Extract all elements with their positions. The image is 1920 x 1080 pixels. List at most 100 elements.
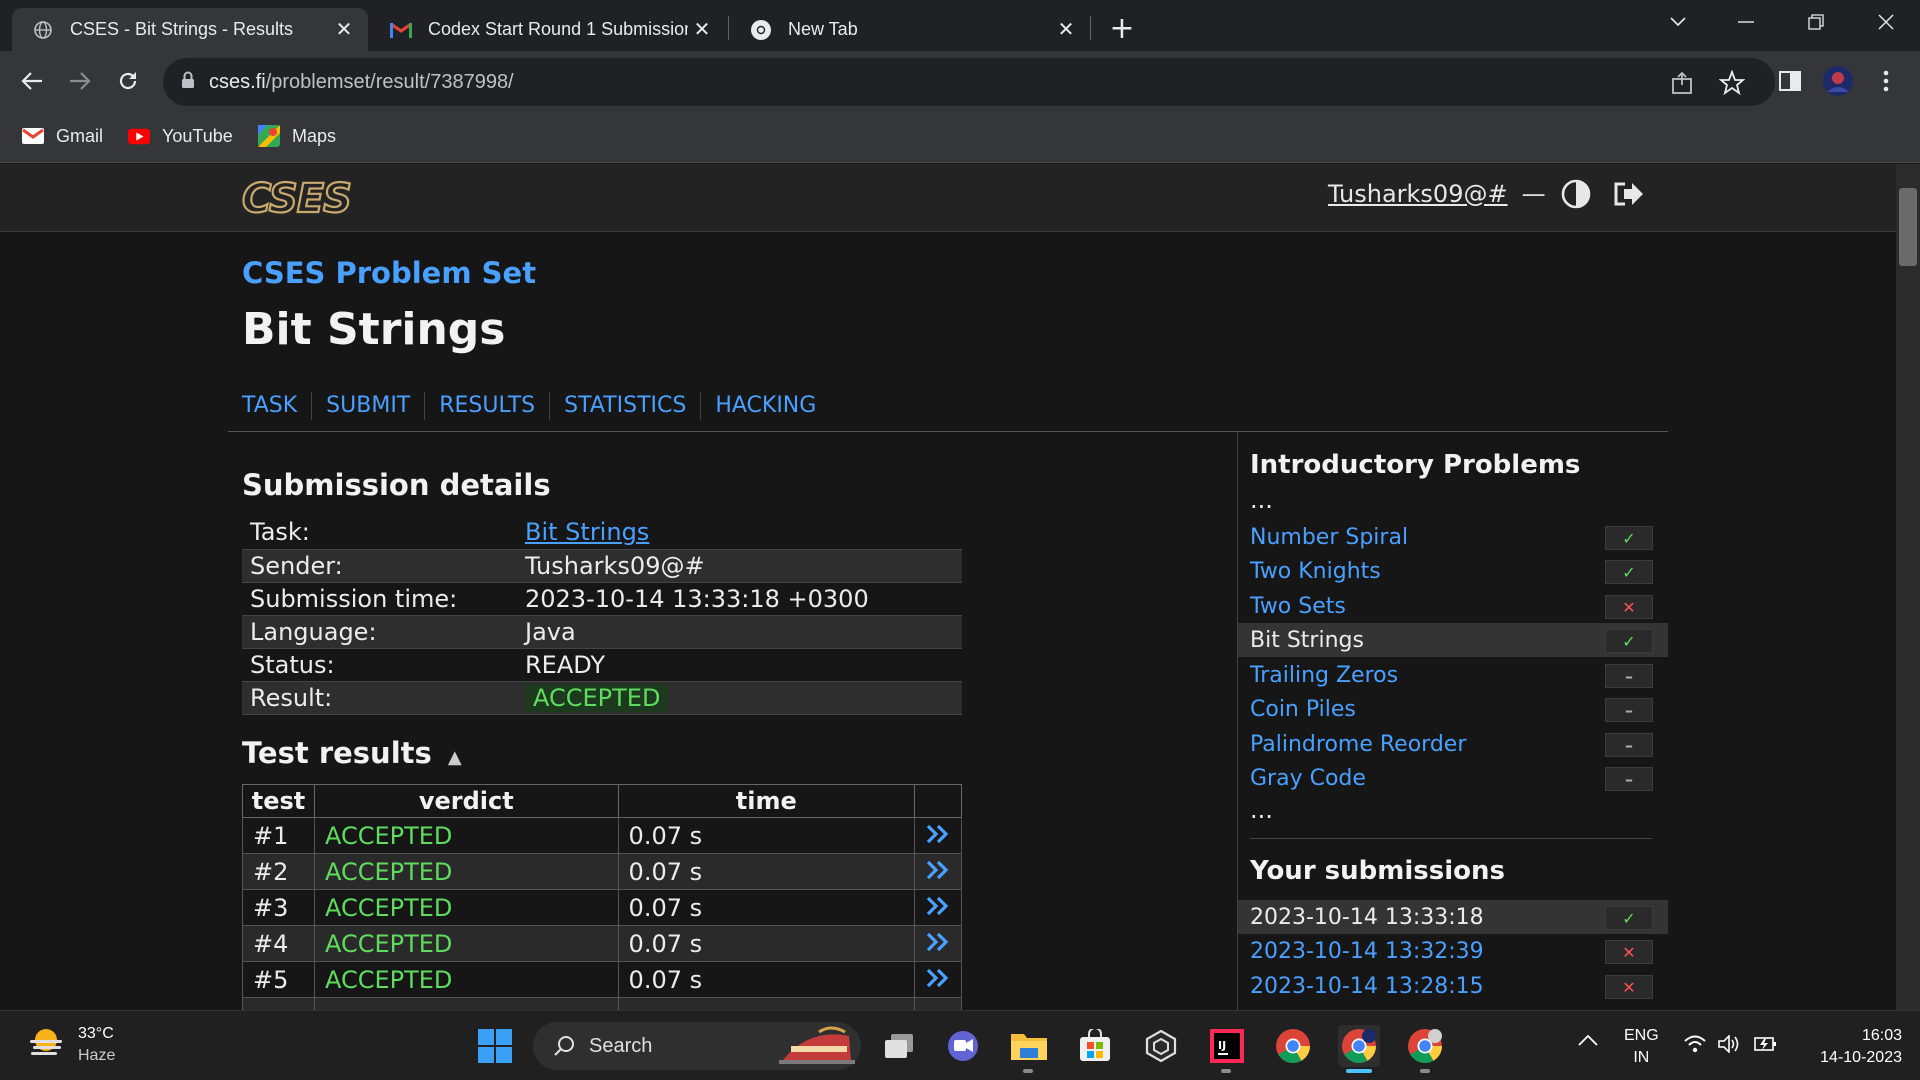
view-test-details-icon[interactable] bbox=[913, 961, 963, 998]
test-results-heading-text: Test results bbox=[242, 736, 432, 770]
problem-link[interactable]: Number Spiral bbox=[1250, 525, 1408, 550]
volume-icon[interactable] bbox=[1718, 1034, 1740, 1058]
profile-avatar-icon[interactable] bbox=[1820, 63, 1856, 99]
tab-gmail[interactable]: Codex Start Round 1 Submission ✕ bbox=[370, 8, 726, 51]
chrome-profile-2-icon[interactable] bbox=[1404, 1025, 1446, 1067]
nav-submit[interactable]: SUBMIT bbox=[326, 392, 426, 420]
test-verdict: ACCEPTED bbox=[313, 925, 619, 962]
chrome-profile-active-icon[interactable] bbox=[1338, 1025, 1380, 1067]
details-row-time: Submission time: 2023-10-14 13:33:18 +03… bbox=[242, 582, 962, 615]
submission-item-current[interactable]: 2023-10-14 13:33:18 ✓ bbox=[1238, 900, 1668, 934]
submission-link[interactable]: 2023-10-14 13:28:15 bbox=[1250, 974, 1484, 999]
task-link[interactable]: Bit Strings bbox=[525, 518, 649, 546]
tab-cses-results[interactable]: CSES - Bit Strings - Results ✕ bbox=[12, 8, 368, 51]
task-view-icon[interactable] bbox=[878, 1025, 920, 1067]
view-test-details-cell bbox=[913, 997, 963, 1010]
sidebar-heading: Introductory Problems bbox=[1250, 450, 1581, 480]
teams-chat-icon[interactable] bbox=[942, 1025, 984, 1067]
problem-link[interactable]: Bit Strings bbox=[1250, 628, 1364, 653]
submission-item[interactable]: 2023-10-14 13:28:15 ✕ bbox=[1238, 969, 1668, 1003]
restore-button[interactable] bbox=[1786, 0, 1846, 44]
submission-link[interactable]: 2023-10-14 13:33:18 bbox=[1250, 905, 1484, 930]
details-key: Task: bbox=[250, 518, 310, 547]
view-test-details-icon[interactable] bbox=[913, 889, 963, 926]
breadcrumb-problemset[interactable]: CSES Problem Set bbox=[242, 256, 536, 290]
tab-strip: CSES - Bit Strings - Results ✕ Codex Sta… bbox=[0, 0, 1920, 51]
tab-new-tab[interactable]: New Tab ✕ bbox=[730, 8, 1090, 51]
minimize-button[interactable] bbox=[1716, 0, 1776, 44]
theme-toggle-icon[interactable] bbox=[1560, 178, 1592, 210]
star-icon[interactable] bbox=[1718, 69, 1746, 96]
sidebar-problem-current[interactable]: Bit Strings ✓ bbox=[1238, 623, 1668, 657]
new-tab-button[interactable]: + bbox=[1104, 10, 1140, 46]
username-link[interactable]: Tusharks09@# bbox=[1328, 180, 1508, 208]
sidebar-problem[interactable]: Number Spiral ✓ bbox=[1238, 520, 1668, 554]
reload-button[interactable] bbox=[108, 61, 148, 101]
bookmark-youtube[interactable]: YouTube bbox=[128, 125, 233, 147]
search-highlight-train-icon bbox=[779, 1026, 855, 1072]
microsoft-store-icon[interactable] bbox=[1074, 1025, 1116, 1067]
file-explorer-icon[interactable] bbox=[1008, 1025, 1050, 1067]
problem-link[interactable]: Coin Piles bbox=[1250, 697, 1356, 722]
windows-start-icon[interactable] bbox=[474, 1025, 516, 1067]
view-test-details-icon[interactable] bbox=[913, 925, 963, 962]
maps-icon bbox=[258, 125, 280, 147]
problem-link[interactable]: Trailing Zeros bbox=[1250, 663, 1398, 688]
unity-hub-icon[interactable] bbox=[1140, 1025, 1182, 1067]
address-bar[interactable]: cses.fi/problemset/result/7387998/ bbox=[163, 58, 1775, 106]
intellij-idea-icon[interactable]: IJ bbox=[1206, 1025, 1248, 1067]
bookmark-maps[interactable]: Maps bbox=[258, 125, 336, 147]
sidebar-problem[interactable]: Trailing Zeros – bbox=[1238, 658, 1668, 692]
share-icon[interactable] bbox=[1670, 70, 1696, 96]
problem-link[interactable]: Palindrome Reorder bbox=[1250, 732, 1466, 757]
language-indicator[interactable]: ENG IN bbox=[1624, 1025, 1659, 1069]
nav-task[interactable]: TASK bbox=[242, 392, 313, 420]
menu-kebab-icon[interactable] bbox=[1868, 63, 1904, 99]
close-tab-icon[interactable]: ✕ bbox=[1052, 16, 1080, 44]
submission-link[interactable]: 2023-10-14 13:32:39 bbox=[1250, 939, 1484, 964]
problem-link[interactable]: Gray Code bbox=[1250, 766, 1366, 791]
chrome-icon[interactable] bbox=[1272, 1025, 1314, 1067]
sidebar-problem[interactable]: Two Knights ✓ bbox=[1238, 554, 1668, 588]
system-clock[interactable]: 16:03 14-10-2023 bbox=[1790, 1025, 1902, 1069]
weather-widget[interactable]: 33°C Haze bbox=[28, 1023, 115, 1067]
test-time: 0.07 s bbox=[617, 961, 915, 998]
taskbar-search-box[interactable]: Search bbox=[533, 1022, 861, 1070]
results-header-row: test verdict time bbox=[242, 784, 963, 818]
cses-logo[interactable]: CSES bbox=[241, 175, 378, 223]
nav-results[interactable]: RESULTS bbox=[439, 392, 551, 420]
collapse-toggle-icon[interactable]: ▲ bbox=[448, 747, 462, 768]
side-panel-icon[interactable] bbox=[1772, 63, 1808, 99]
tab-search-chevron-icon[interactable] bbox=[1648, 0, 1708, 44]
forward-button[interactable] bbox=[60, 61, 100, 101]
sidebar-problem[interactable]: Gray Code – bbox=[1238, 761, 1668, 795]
solved-check-icon: ✓ bbox=[1605, 629, 1653, 653]
globe-icon bbox=[32, 19, 54, 41]
close-window-button[interactable] bbox=[1856, 0, 1916, 44]
sidebar-problem[interactable]: Coin Piles – bbox=[1238, 692, 1668, 726]
sidebar-problem[interactable]: Two Sets ✕ bbox=[1238, 589, 1668, 623]
page-scrollbar[interactable] bbox=[1896, 164, 1920, 1010]
submission-item[interactable]: 2023-10-14 13:32:39 ✕ bbox=[1238, 934, 1668, 968]
clock-date: 14-10-2023 bbox=[1820, 1049, 1902, 1066]
problem-link[interactable]: Two Knights bbox=[1250, 559, 1381, 584]
close-tab-icon[interactable]: ✕ bbox=[688, 16, 716, 44]
details-key: Submission time: bbox=[250, 584, 458, 613]
close-tab-icon[interactable]: ✕ bbox=[330, 16, 358, 44]
back-button[interactable] bbox=[12, 61, 52, 101]
tray-overflow-chevron-icon[interactable] bbox=[1578, 1033, 1598, 1051]
sidebar-problem[interactable]: Palindrome Reorder – bbox=[1238, 727, 1668, 761]
logout-icon[interactable] bbox=[1612, 178, 1644, 210]
view-test-details-icon[interactable] bbox=[913, 817, 963, 854]
nav-statistics[interactable]: STATISTICS bbox=[564, 392, 702, 420]
bookmark-gmail[interactable]: Gmail bbox=[22, 125, 103, 147]
battery-charging-icon[interactable] bbox=[1754, 1035, 1778, 1058]
nav-hacking[interactable]: HACKING bbox=[715, 392, 830, 420]
scrollbar-thumb[interactable] bbox=[1899, 188, 1917, 266]
user-area: Tusharks09@# — bbox=[1328, 178, 1644, 210]
problem-link[interactable]: Two Sets bbox=[1250, 594, 1346, 619]
task-nav: TASK SUBMIT RESULTS STATISTICS HACKING bbox=[242, 392, 844, 420]
chrome-icon bbox=[750, 19, 772, 41]
wifi-icon[interactable] bbox=[1684, 1035, 1706, 1058]
view-test-details-icon[interactable] bbox=[913, 853, 963, 890]
